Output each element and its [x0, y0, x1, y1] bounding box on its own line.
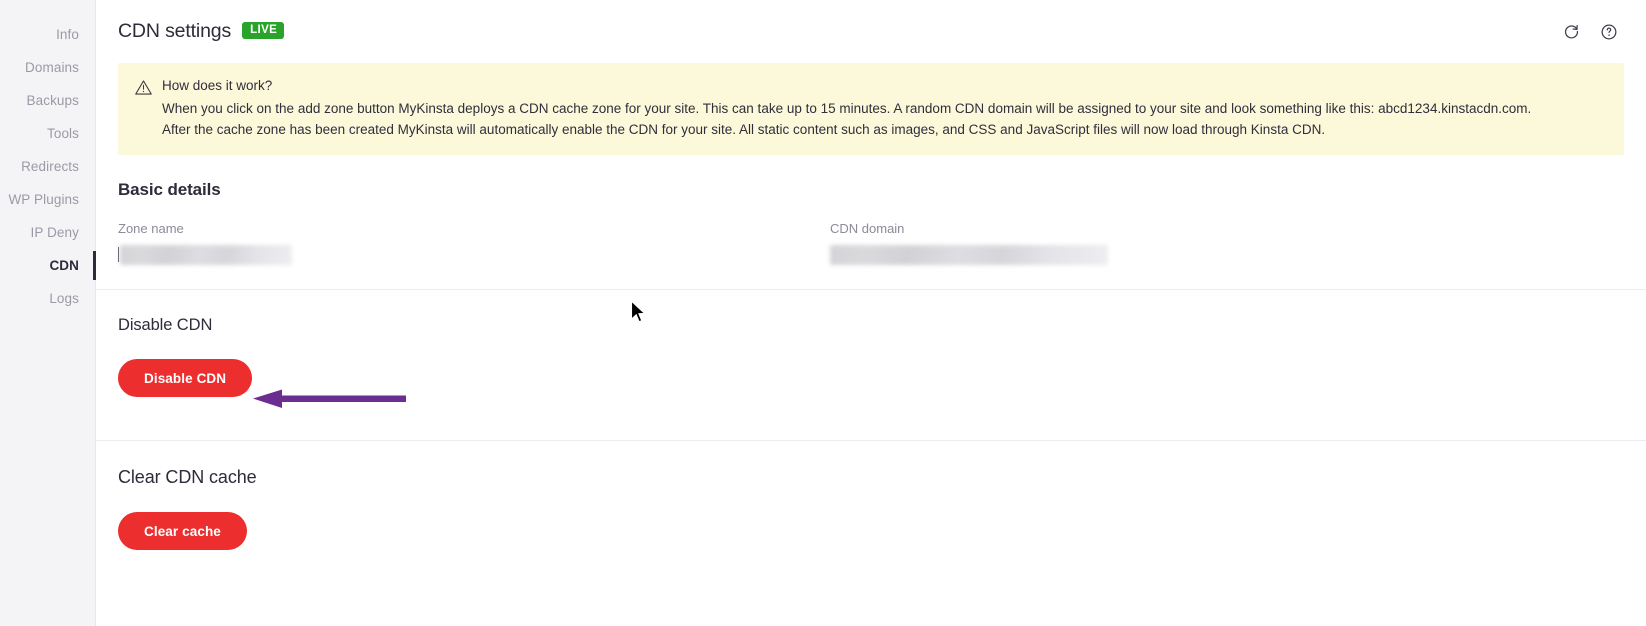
- basic-details-section: Basic details Zone name CDN domain: [96, 180, 1646, 289]
- sidebar-item-info[interactable]: Info: [0, 18, 95, 51]
- sidebar-item-label: CDN: [49, 258, 79, 273]
- field-label: Zone name: [118, 221, 184, 236]
- sidebar-item-label: WP Plugins: [8, 192, 79, 207]
- cdn-settings-page: Info Domains Backups Tools Redirects WP …: [0, 0, 1646, 626]
- sidebar-item-label: Domains: [25, 60, 79, 75]
- field-label: CDN domain: [830, 221, 905, 236]
- page-title: CDN settings: [118, 20, 232, 42]
- clear-cache-button-row: Clear cache: [118, 512, 1624, 550]
- clear-cache-button[interactable]: Clear cache: [118, 512, 247, 550]
- sidebar-item-label: Tools: [46, 126, 79, 141]
- field-cdn-domain: CDN domain: [830, 221, 1108, 265]
- disable-cdn-button[interactable]: Disable CDN: [118, 359, 253, 397]
- refresh-icon[interactable]: [1558, 19, 1584, 45]
- page-header: CDN settings LIVE: [96, 0, 1646, 63]
- section-heading-clear-cdn-cache: Clear CDN cache: [118, 467, 257, 487]
- callout-title: How does it work?: [162, 78, 273, 93]
- callout-body: How does it work? When you click on the …: [162, 76, 1608, 140]
- sidebar-item-label: Logs: [49, 291, 79, 306]
- sidebar-item-tools[interactable]: Tools: [0, 117, 95, 150]
- info-callout: How does it work? When you click on the …: [118, 63, 1624, 155]
- callout-line-1: When you click on the add zone button My…: [162, 101, 1532, 116]
- sidebar-item-ip-deny[interactable]: IP Deny: [0, 216, 95, 249]
- sidebar-item-label: Redirects: [21, 159, 79, 174]
- status-badge: LIVE: [242, 21, 285, 40]
- sidebar-item-backups[interactable]: Backups: [0, 84, 95, 117]
- sidebar-item-label: Info: [56, 27, 79, 42]
- site-nav-sidebar: Info Domains Backups Tools Redirects WP …: [0, 0, 96, 626]
- clear-cdn-cache-section: Clear CDN cache Clear cache: [96, 441, 1646, 570]
- zone-name-input[interactable]: [118, 244, 830, 265]
- disable-cdn-section: Disable CDN Disable CDN: [96, 290, 1646, 440]
- redacted-value: [120, 244, 292, 265]
- warning-triangle-icon: [134, 76, 162, 140]
- sidebar-item-label: IP Deny: [30, 225, 79, 240]
- sidebar-item-domains[interactable]: Domains: [0, 51, 95, 84]
- text-caret: [118, 247, 119, 262]
- main-content: CDN settings LIVE How does it work? When…: [96, 0, 1646, 626]
- sidebar-item-redirects[interactable]: Redirects: [0, 150, 95, 183]
- section-heading-basic-details: Basic details: [118, 180, 221, 199]
- help-circle-icon[interactable]: [1596, 19, 1622, 45]
- sidebar-item-logs[interactable]: Logs: [0, 282, 95, 315]
- callout-line-2: After the cache zone has been created My…: [162, 122, 1326, 137]
- sidebar-item-cdn[interactable]: CDN: [0, 249, 96, 282]
- section-heading-disable-cdn: Disable CDN: [118, 316, 213, 334]
- sidebar-item-label: Backups: [26, 93, 79, 108]
- cdn-domain-input[interactable]: [830, 244, 1108, 265]
- disable-cdn-button-row: Disable CDN: [118, 359, 1624, 397]
- sidebar-item-wp-plugins[interactable]: WP Plugins: [0, 183, 95, 216]
- field-zone-name: Zone name: [118, 221, 830, 265]
- redacted-value: [830, 244, 1108, 265]
- basic-details-fields: Zone name CDN domain: [118, 221, 1624, 289]
